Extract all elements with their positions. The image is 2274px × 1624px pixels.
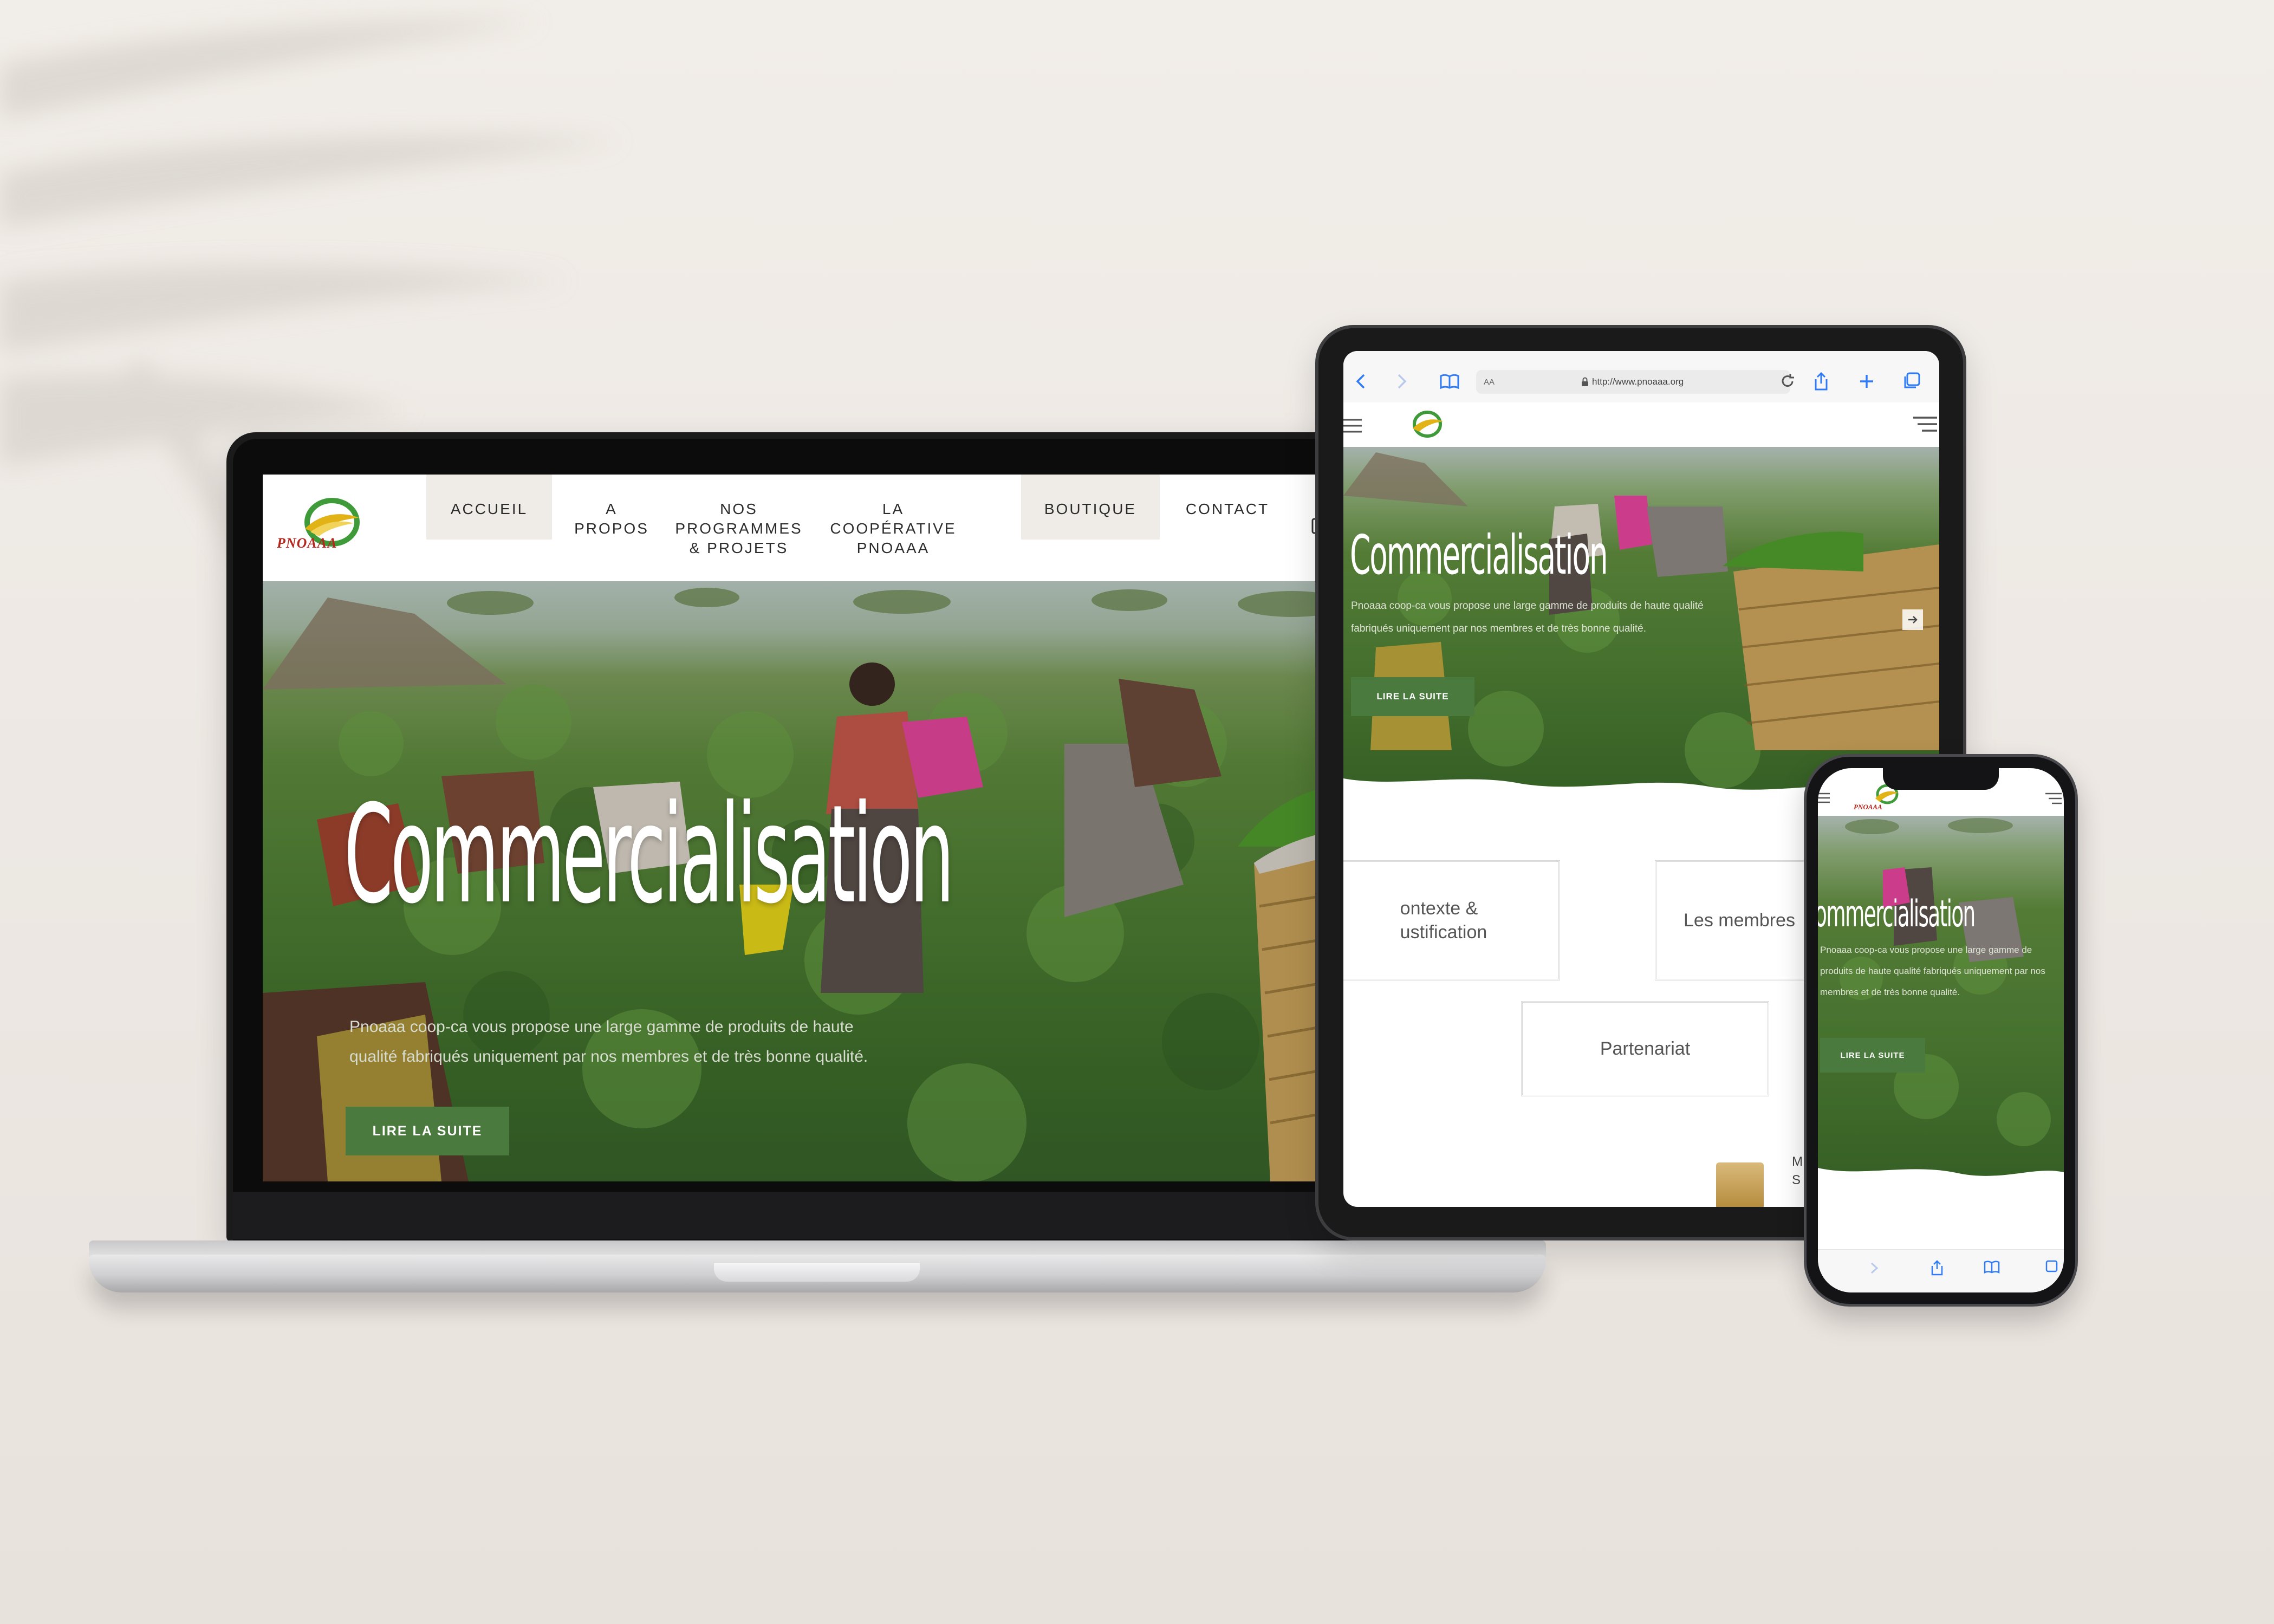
- forward-arrow-icon[interactable]: [1870, 1262, 1879, 1275]
- tablet-hero-banner: Commercialisation Pnoaaa coop-ca vous pr…: [1343, 447, 1939, 799]
- hero-title: Commercialisation: [344, 776, 954, 933]
- hero-title: ommercialisation: [1818, 893, 1976, 936]
- lock-icon: [1582, 377, 1589, 386]
- bookmarks-icon[interactable]: [1440, 374, 1459, 389]
- nav-label: NOS PROGRAMMES & PROJETS: [675, 501, 803, 556]
- forward-arrow-icon[interactable]: [1396, 373, 1407, 390]
- product-snippet-text: MS: [1792, 1153, 1803, 1190]
- site-header: PNOAAA ACCUEIL A PROPOS NOS PROGRAMMES &…: [263, 475, 1392, 581]
- hero-description: Pnoaaa coop-ca vous propose une large ga…: [349, 1018, 868, 1066]
- text-size-button[interactable]: AA: [1484, 378, 1495, 387]
- logo-text: PNOAAA: [1854, 803, 1882, 811]
- card-partenariat[interactable]: Partenariat: [1521, 1001, 1769, 1096]
- phone-hero-banner: ommercialisation Pnoaaa coop-ca vous pro…: [1818, 816, 2064, 1190]
- product-thumbnail[interactable]: [1716, 1162, 1764, 1207]
- read-more-button[interactable]: LIRE LA SUITE: [346, 1107, 509, 1155]
- card-label: Partenariat: [1600, 1038, 1691, 1059]
- browser-toolbar: AA http://www.pnoaaa.org: [1343, 351, 1939, 403]
- reload-icon[interactable]: [1779, 373, 1796, 390]
- tabs-overview-icon[interactable]: [1902, 372, 1921, 390]
- url-text: http://www.pnoaaa.org: [1592, 376, 1684, 387]
- menu-icon[interactable]: [1343, 418, 1363, 434]
- phone-screen: PNOAAA ommercialisation Pnoaaa coop-ca v…: [1818, 768, 2064, 1292]
- product-title-fragment: M: [1792, 1154, 1803, 1169]
- hero-description: Pnoaaa coop-ca vous propose une large ga…: [1820, 945, 2045, 997]
- back-arrow-icon[interactable]: [1355, 373, 1366, 390]
- nav-cooperative[interactable]: LA COOPÉRATIVE PNOAAA: [807, 475, 980, 556]
- new-tab-icon[interactable]: [1858, 373, 1875, 390]
- hero-banner: Commercialisation Pnoaaa coop-ca vous pr…: [263, 581, 1392, 1181]
- arrow-right-icon: [1908, 616, 1918, 623]
- nav-a-propos[interactable]: A PROPOS: [552, 475, 671, 540]
- menu-icon[interactable]: [1818, 792, 1831, 804]
- hamburger-menu-icon[interactable]: [1913, 415, 1937, 435]
- tablet-site-header: [1343, 402, 1939, 447]
- phone-browser-toolbar: [1818, 1249, 2064, 1292]
- nav-contact[interactable]: CONTACT: [1160, 475, 1295, 540]
- carousel-next-button[interactable]: [1902, 609, 1923, 630]
- laptop-chin: [233, 1192, 1422, 1239]
- share-icon[interactable]: [1931, 1259, 1944, 1276]
- nav-label: A PROPOS: [574, 501, 649, 537]
- tabs-overview-icon[interactable]: [2042, 1259, 2058, 1276]
- read-more-button[interactable]: LIRE LA SUITE: [1820, 1038, 1925, 1073]
- nav-label: CONTACT: [1185, 501, 1270, 517]
- nav-label: ACCUEIL: [450, 501, 528, 517]
- address-bar[interactable]: AA http://www.pnoaaa.org: [1476, 370, 1790, 394]
- nav-label: LA COOPÉRATIVE PNOAAA: [830, 501, 957, 556]
- pnoaaa-logo[interactable]: [1398, 408, 1446, 443]
- card-contexte-justification[interactable]: ontexte & ustification: [1343, 860, 1560, 980]
- product-title-fragment: S: [1792, 1173, 1801, 1187]
- logo-text: PNOAAA: [277, 535, 337, 551]
- nav-label: BOUTIQUE: [1044, 501, 1137, 517]
- hero-title: Commercialisation: [1350, 523, 1608, 587]
- card-label: ontexte & ustification: [1400, 898, 1487, 943]
- share-icon[interactable]: [1814, 372, 1829, 391]
- read-more-button[interactable]: LIRE LA SUITE: [1351, 677, 1474, 716]
- bookmarks-icon[interactable]: [1984, 1261, 2000, 1274]
- hamburger-menu-icon[interactable]: [2045, 792, 2062, 805]
- nav-programmes-projets[interactable]: NOS PROGRAMMES & PROJETS: [671, 475, 807, 556]
- card-label: Les membres: [1684, 910, 1795, 931]
- phone-notch: [1883, 765, 1999, 790]
- hero-description: Pnoaaa coop-ca vous propose une large ga…: [1351, 600, 1704, 634]
- nav-boutique[interactable]: BOUTIQUE: [1021, 475, 1160, 540]
- laptop-trackpad-notch: [714, 1263, 920, 1282]
- nav-accueil[interactable]: ACCUEIL: [426, 475, 552, 540]
- laptop-screen: PNOAAA ACCUEIL A PROPOS NOS PROGRAMMES &…: [263, 475, 1392, 1181]
- hero-photo-field: [1818, 816, 2064, 1190]
